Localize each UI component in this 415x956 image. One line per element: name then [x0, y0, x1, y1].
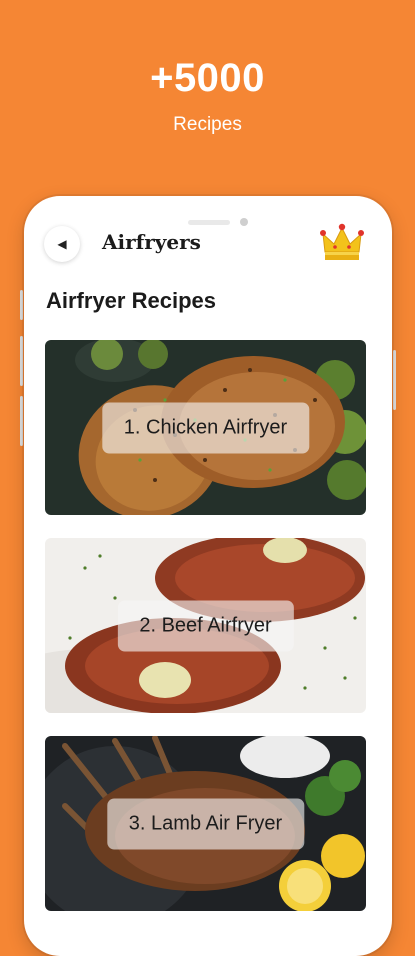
- recipe-card-beef[interactable]: 2. Beef Airfryer: [45, 538, 366, 713]
- back-arrow-icon: ◀: [57, 237, 67, 251]
- phone-frame: ◀ Airfryers Airfryer Recipes 1. Chicken …: [24, 196, 392, 956]
- phone-side-button: [393, 350, 396, 410]
- section-heading: Airfryer Recipes: [46, 288, 216, 313]
- recipe-card-label: 3. Lamb Air Fryer: [106, 798, 305, 849]
- crown-icon[interactable]: [320, 222, 364, 264]
- phone-speaker: [188, 220, 230, 225]
- recipe-card-label: 1. Chicken Airfryer: [101, 402, 310, 453]
- phone-side-button: [20, 290, 23, 320]
- phone-side-button: [20, 396, 23, 446]
- phone-camera: [240, 218, 248, 226]
- recipe-card-lamb[interactable]: 3. Lamb Air Fryer: [45, 736, 366, 911]
- recipe-card-chicken[interactable]: 1. Chicken Airfryer: [45, 340, 366, 515]
- recipe-card-label: 2. Beef Airfryer: [117, 600, 294, 651]
- phone-side-button: [20, 336, 23, 386]
- promo-title: +5000: [150, 56, 265, 100]
- back-button[interactable]: ◀: [44, 226, 80, 262]
- app-title: Airfryers: [102, 230, 201, 254]
- promo-subtitle: Recipes: [173, 114, 242, 135]
